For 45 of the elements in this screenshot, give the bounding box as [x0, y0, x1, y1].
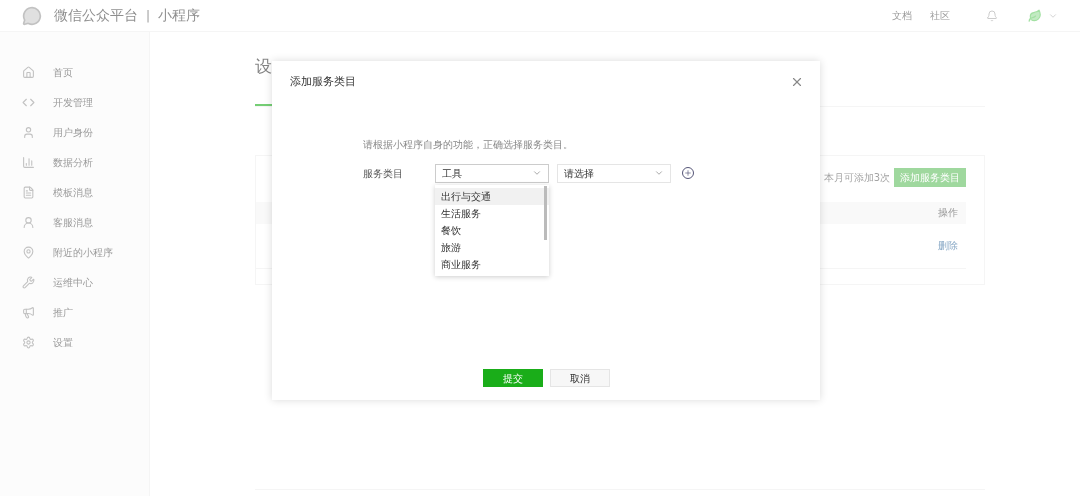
sidebar-item[interactable]: 首页	[0, 57, 149, 87]
add-category-button[interactable]: 添加服务类目	[894, 167, 966, 187]
settings-icon	[22, 335, 35, 349]
sidebar-item[interactable]: 设置	[0, 327, 149, 357]
delete-link[interactable]: 删除	[938, 238, 958, 253]
megaphone-icon	[22, 305, 35, 319]
person-icon	[22, 215, 35, 229]
sidebar-item[interactable]: 附近的小程序	[0, 237, 149, 267]
header-link[interactable]: 文档	[892, 8, 912, 23]
column-header: 操作	[938, 206, 958, 220]
page-title: 设	[255, 55, 273, 78]
header-link[interactable]: 社区	[930, 8, 950, 23]
dropdown-option[interactable]: 生活服务	[435, 204, 549, 222]
field-label: 服务类目	[363, 166, 404, 181]
caret-icon	[532, 168, 542, 178]
sidebar-item[interactable]: 模板消息	[0, 177, 149, 207]
sidebar-item[interactable]: 客服消息	[0, 207, 149, 237]
sidebar-item[interactable]: 用户身份	[0, 117, 149, 147]
document-icon	[22, 185, 35, 199]
title-separator: |	[146, 7, 151, 25]
notification-bell-icon[interactable]	[986, 9, 998, 22]
user-icon	[22, 125, 35, 139]
dropdown-option[interactable]: 商业服务	[435, 255, 549, 273]
wrench-icon	[22, 275, 35, 289]
hint-text: 请根据小程序自身的功能，正确选择服务类目。	[363, 137, 574, 152]
dropdown-option[interactable]: 旅游	[435, 238, 549, 256]
platform-title: 微信公众平台	[54, 6, 138, 25]
sidebar-item[interactable]: 运维中心	[0, 267, 149, 297]
bar-chart-icon	[22, 155, 35, 169]
category-select[interactable]: 请选择	[557, 163, 671, 183]
submit-button[interactable]: 提交	[482, 369, 543, 387]
product-title: 小程序	[158, 6, 201, 25]
sidebar-item[interactable]: 开发管理	[0, 87, 149, 117]
cancel-button[interactable]: 取消	[549, 369, 610, 387]
home-icon	[22, 65, 35, 79]
leaf-avatar-icon[interactable]	[1028, 8, 1042, 23]
location-pin-icon	[22, 245, 35, 259]
sidebar-item[interactable]: 推广	[0, 297, 149, 327]
caret-icon	[654, 168, 664, 178]
dropdown-option[interactable]: 餐饮	[435, 221, 549, 239]
dropdown-option[interactable]: 出行与交通	[435, 187, 549, 205]
sidebar-item[interactable]: 数据分析	[0, 147, 149, 177]
quota-note: 本月可添加3次	[823, 170, 890, 185]
dialog-title: 添加服务类目	[290, 74, 356, 90]
scrollbar-thumb	[544, 185, 547, 240]
